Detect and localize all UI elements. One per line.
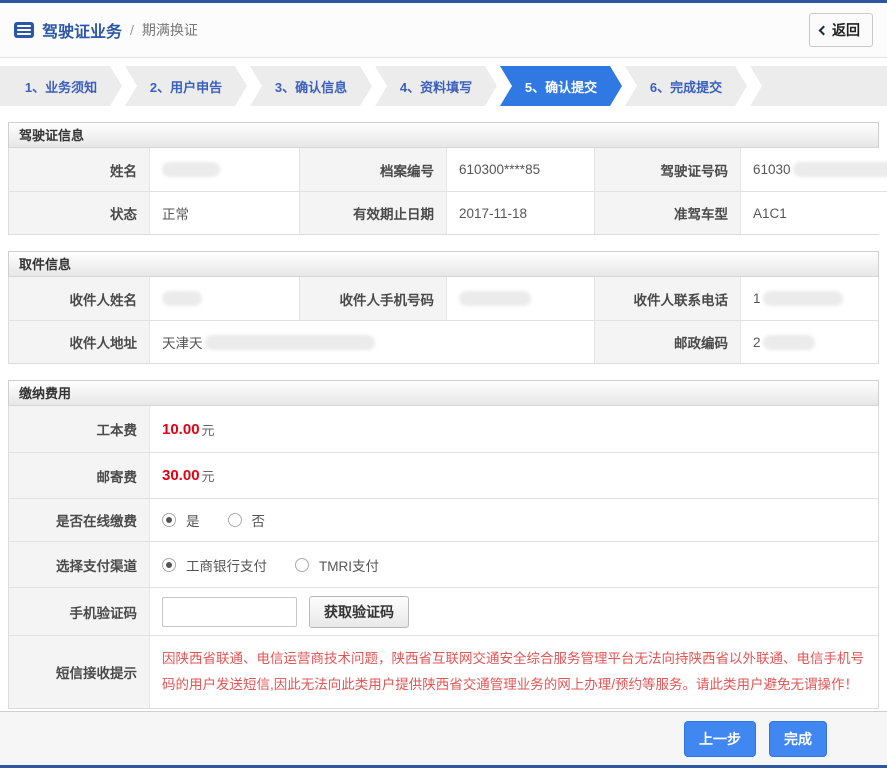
expiry-date-value: 2017-11-18 — [446, 191, 594, 234]
postage-fee-unit: 元 — [201, 469, 215, 484]
redacted-value — [204, 334, 375, 350]
license-info-table: 姓名 档案编号 610300****85 驾驶证号码 61030 状态 正常 有… — [8, 148, 887, 235]
footer-bar: 上一步 完成 — [0, 711, 887, 768]
sms-code-input[interactable] — [162, 596, 297, 627]
document-list-icon — [14, 22, 34, 38]
sms-code-row: 获取验证码 — [149, 587, 878, 635]
sms-notice-cell: 因陕西省联通、电信运营商技术问题，陕西省互联网交通安全综合服务管理平台无法向持陕… — [149, 635, 878, 708]
redacted-value — [792, 162, 887, 177]
tmri-payment-label: TMRI支付 — [319, 558, 379, 574]
recipient-phone-label: 收件人联系电话 — [594, 277, 740, 320]
finish-button[interactable]: 完成 — [769, 720, 827, 757]
name-label: 姓名 — [9, 148, 149, 191]
payment-channel-options: 工商银行支付 TMRI支付 — [149, 541, 878, 587]
license-info-section: 驾驶证信息 姓名 档案编号 610300****85 驾驶证号码 61030 状… — [8, 122, 887, 235]
recipient-address-value: 天津天 — [149, 320, 594, 363]
file-number-label: 档案编号 — [299, 148, 446, 191]
sms-code-label: 手机验证码 — [9, 587, 149, 635]
page-title: 驾驶证业务 — [42, 24, 123, 41]
recipient-mobile-label: 收件人手机号码 — [299, 277, 446, 320]
redacted-value — [162, 291, 202, 306]
payment-channel-label: 选择支付渠道 — [9, 541, 149, 587]
chevron-left-icon — [818, 25, 829, 35]
recipient-address-label: 收件人地址 — [9, 320, 149, 363]
name-value — [149, 148, 299, 191]
redacted-value — [762, 291, 843, 306]
back-button-label: 返回 — [832, 22, 860, 38]
previous-step-button[interactable]: 上一步 — [684, 720, 756, 757]
expiry-date-label: 有效期止日期 — [299, 191, 446, 234]
step-3-confirm-info[interactable]: 3、确认信息 — [250, 66, 372, 106]
step-4-fill-data[interactable]: 4、资料填写 — [375, 66, 497, 106]
file-number-value: 610300****85 — [446, 148, 594, 191]
step-5-confirm-submit[interactable]: 5、确认提交 — [500, 66, 622, 106]
production-fee-label: 工本费 — [9, 406, 149, 452]
license-number-value: 61030 — [740, 148, 887, 191]
sms-notice-label: 短信接收提示 — [9, 635, 149, 708]
breadcrumb: 驾驶证业务 / 期满换证 — [14, 18, 198, 42]
recipient-mobile-value — [446, 277, 594, 320]
tmri-payment-radio[interactable] — [295, 557, 309, 572]
recipient-name-value — [149, 277, 299, 320]
license-number-prefix: 61030 — [753, 162, 791, 177]
recipient-address-prefix: 天津天 — [162, 336, 203, 351]
production-fee-unit: 元 — [201, 422, 215, 438]
license-number-label: 驾驶证号码 — [594, 148, 740, 191]
online-payment-yes-label: 是 — [186, 514, 200, 529]
step-progress-bar: 1、业务须知 2、用户申告 3、确认信息 4、资料填写 5、确认提交 6、完成提… — [0, 66, 887, 106]
pickup-section-title: 取件信息 — [8, 251, 879, 277]
page-subtitle: 期满换证 — [141, 22, 198, 38]
vehicle-class-label: 准驾车型 — [594, 191, 740, 234]
back-button[interactable]: 返回 — [809, 13, 873, 47]
redacted-value — [162, 162, 220, 177]
icbc-payment-radio[interactable] — [162, 557, 176, 572]
get-sms-code-button[interactable]: 获取验证码 — [309, 595, 409, 628]
online-payment-no-label: 否 — [251, 514, 266, 529]
postage-fee-label: 邮寄费 — [9, 452, 149, 498]
breadcrumb-separator: / — [130, 22, 134, 38]
recipient-phone-prefix: 1 — [753, 291, 761, 306]
postage-fee-amount: 30.00 — [162, 467, 200, 484]
vehicle-class-value: A1C1 — [740, 191, 887, 234]
postage-fee-value: 30.00 元 — [149, 452, 878, 498]
fees-section: 缴纳费用 工本费 10.00 元 邮寄费 30.00 元 是否在线缴费 是 否 … — [8, 380, 879, 709]
postal-code-label: 邮政编码 — [594, 320, 740, 363]
header-bar: 驾驶证业务 / 期满换证 返回 — [0, 3, 887, 58]
online-payment-options: 是 否 — [149, 498, 878, 541]
redacted-value — [459, 291, 531, 306]
production-fee-amount: 10.00 — [162, 420, 200, 438]
pickup-info-table: 收件人姓名 收件人手机号码 收件人联系电话 1 收件人地址 天津天 邮政编码 2 — [8, 277, 879, 364]
pickup-info-section: 取件信息 收件人姓名 收件人手机号码 收件人联系电话 1 收件人地址 天津天 邮… — [8, 251, 879, 364]
redacted-value — [762, 334, 815, 350]
online-payment-yes-radio[interactable] — [162, 513, 176, 527]
recipient-phone-value: 1 — [740, 277, 878, 320]
online-payment-no-radio[interactable] — [227, 513, 242, 527]
recipient-name-label: 收件人姓名 — [9, 277, 149, 320]
fees-section-title: 缴纳费用 — [8, 380, 879, 406]
production-fee-value: 10.00 元 — [149, 406, 878, 452]
step-6-complete-submit[interactable]: 6、完成提交 — [625, 66, 747, 106]
step-bar-filler — [750, 66, 887, 106]
status-value: 正常 — [149, 191, 299, 234]
fees-table: 工本费 10.00 元 邮寄费 30.00 元 是否在线缴费 是 否 选择支付渠… — [8, 406, 879, 709]
postal-code-prefix: 2 — [753, 334, 761, 350]
step-2-user-declaration[interactable]: 2、用户申告 — [125, 66, 247, 106]
icbc-payment-label: 工商银行支付 — [186, 558, 267, 574]
status-label: 状态 — [9, 191, 149, 234]
step-1-business-notice[interactable]: 1、业务须知 — [0, 66, 122, 106]
sms-notice-text: 因陕西省联通、电信运营商技术问题，陕西省互联网交通安全综合服务管理平台无法向持陕… — [162, 651, 864, 692]
license-section-title: 驾驶证信息 — [8, 122, 879, 148]
online-payment-label: 是否在线缴费 — [9, 498, 149, 541]
postal-code-value: 2 — [740, 320, 878, 363]
